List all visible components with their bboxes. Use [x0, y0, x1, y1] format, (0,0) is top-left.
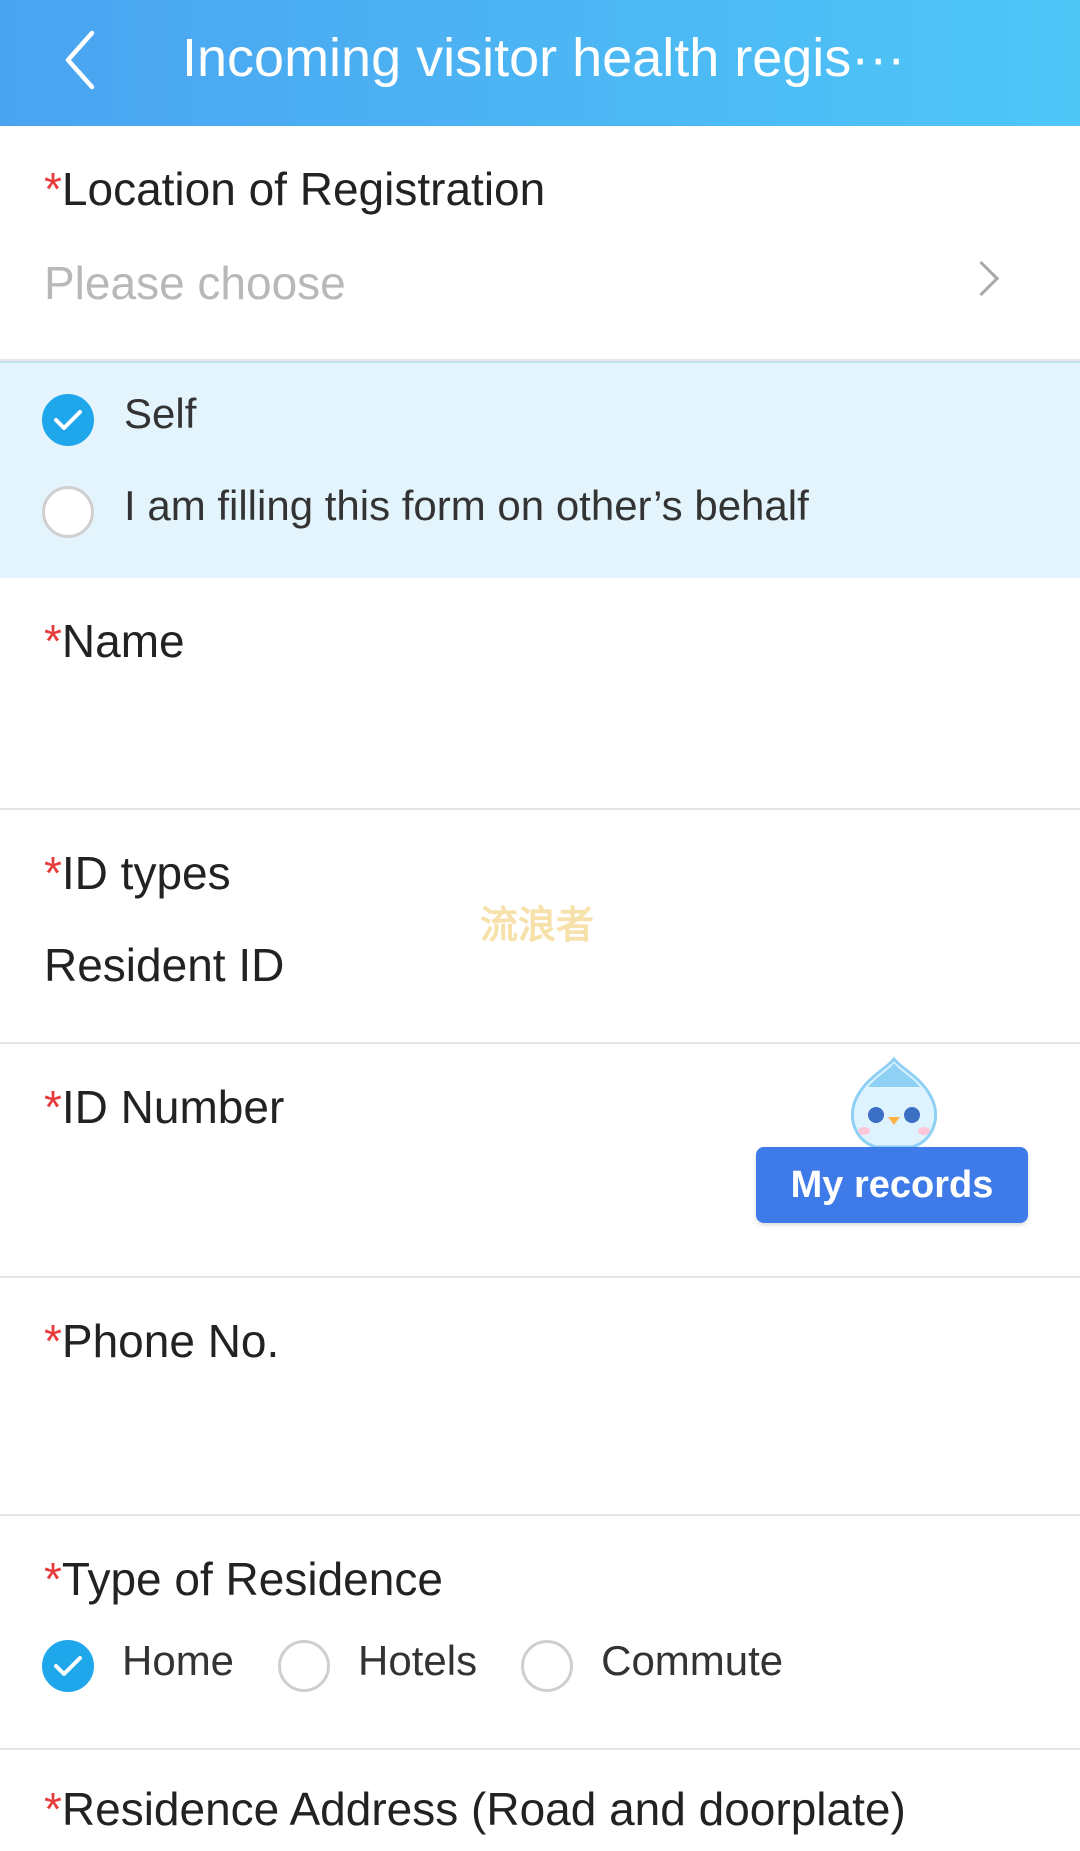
- filler-choice-group: Self I am filling this form on other’s b…: [0, 361, 1080, 580]
- radio-commute[interactable]: Commute: [521, 1637, 784, 1692]
- name-field: *Name: [0, 578, 1080, 810]
- residence-address-label: *Residence Address (Road and doorplate): [44, 1782, 906, 1836]
- required-mark: *: [44, 1553, 62, 1605]
- id-number-input[interactable]: [44, 1170, 684, 1230]
- my-records-widget[interactable]: My records: [752, 1055, 1032, 1225]
- residence-type-label-text: Type of Residence: [61, 1553, 443, 1605]
- location-select[interactable]: Please choose: [44, 256, 346, 310]
- residence-type-field: *Type of Residence: [0, 1516, 1080, 1750]
- radio-home-label: Home: [122, 1637, 235, 1684]
- radio-hotels-label: Hotels: [358, 1637, 478, 1684]
- required-mark: *: [44, 1783, 62, 1835]
- radio-hotels[interactable]: Hotels: [278, 1637, 478, 1692]
- id-type-label-text: ID types: [61, 847, 231, 899]
- location-label: *Location of Registration: [44, 162, 545, 216]
- required-mark: *: [44, 163, 62, 215]
- radio-home[interactable]: Home: [42, 1637, 235, 1692]
- location-label-text: Location of Registration: [61, 163, 546, 215]
- phone-field: *Phone No.: [0, 1278, 1080, 1516]
- residence-type-options: Home Hotels Commute: [42, 1637, 827, 1692]
- chevron-right-icon: [963, 260, 1000, 297]
- name-label: *Name: [44, 614, 185, 668]
- app-header: Incoming visitor health regis···: [0, 0, 1080, 126]
- checkmark-icon: [42, 394, 94, 446]
- radio-other-label: I am filling this form on other’s behalf: [124, 482, 809, 529]
- my-records-button[interactable]: My records: [756, 1147, 1028, 1223]
- radio-other[interactable]: I am filling this form on other’s behalf: [42, 482, 809, 538]
- required-mark: *: [44, 615, 62, 667]
- name-label-text: Name: [61, 615, 185, 667]
- page-title: Incoming visitor health regis···: [182, 28, 902, 88]
- id-type-label: *ID types: [44, 846, 231, 900]
- radio-self-label: Self: [124, 390, 197, 437]
- residence-address-label-text: Residence Address (Road and doorplate): [61, 1783, 906, 1835]
- phone-input[interactable]: [44, 1406, 944, 1466]
- phone-label: *Phone No.: [44, 1314, 279, 1368]
- location-field[interactable]: *Location of Registration Please choose: [0, 126, 1080, 361]
- name-input[interactable]: [44, 704, 944, 764]
- watermark: 流浪者: [480, 903, 595, 947]
- required-mark: *: [44, 1315, 62, 1367]
- mascot-icon: [850, 1056, 938, 1149]
- required-mark: *: [44, 1081, 62, 1133]
- radio-commute-label: Commute: [601, 1637, 784, 1684]
- residence-address-field: *Residence Address (Road and doorplate): [0, 1750, 1080, 1851]
- chevron-left-icon: [65, 30, 95, 90]
- radio-empty-icon: [42, 486, 94, 538]
- required-mark: *: [44, 847, 62, 899]
- residence-type-label: *Type of Residence: [44, 1552, 443, 1606]
- phone-label-text: Phone No.: [61, 1315, 280, 1367]
- radio-empty-icon: [521, 1640, 574, 1692]
- checkmark-icon: [42, 1640, 94, 1692]
- back-button[interactable]: [40, 20, 120, 100]
- id-number-label: *ID Number: [44, 1080, 284, 1134]
- id-number-label-text: ID Number: [61, 1081, 285, 1133]
- id-type-value[interactable]: Resident ID: [44, 938, 284, 992]
- radio-self[interactable]: Self: [42, 390, 196, 446]
- radio-empty-icon: [278, 1640, 331, 1692]
